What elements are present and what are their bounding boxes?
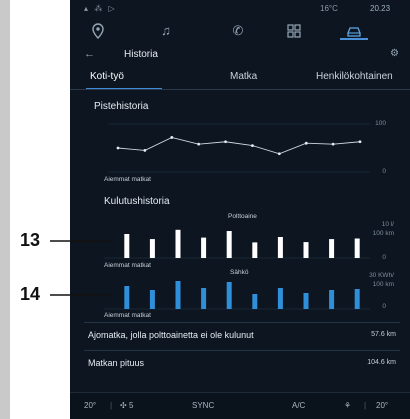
callout-lines	[50, 240, 110, 296]
